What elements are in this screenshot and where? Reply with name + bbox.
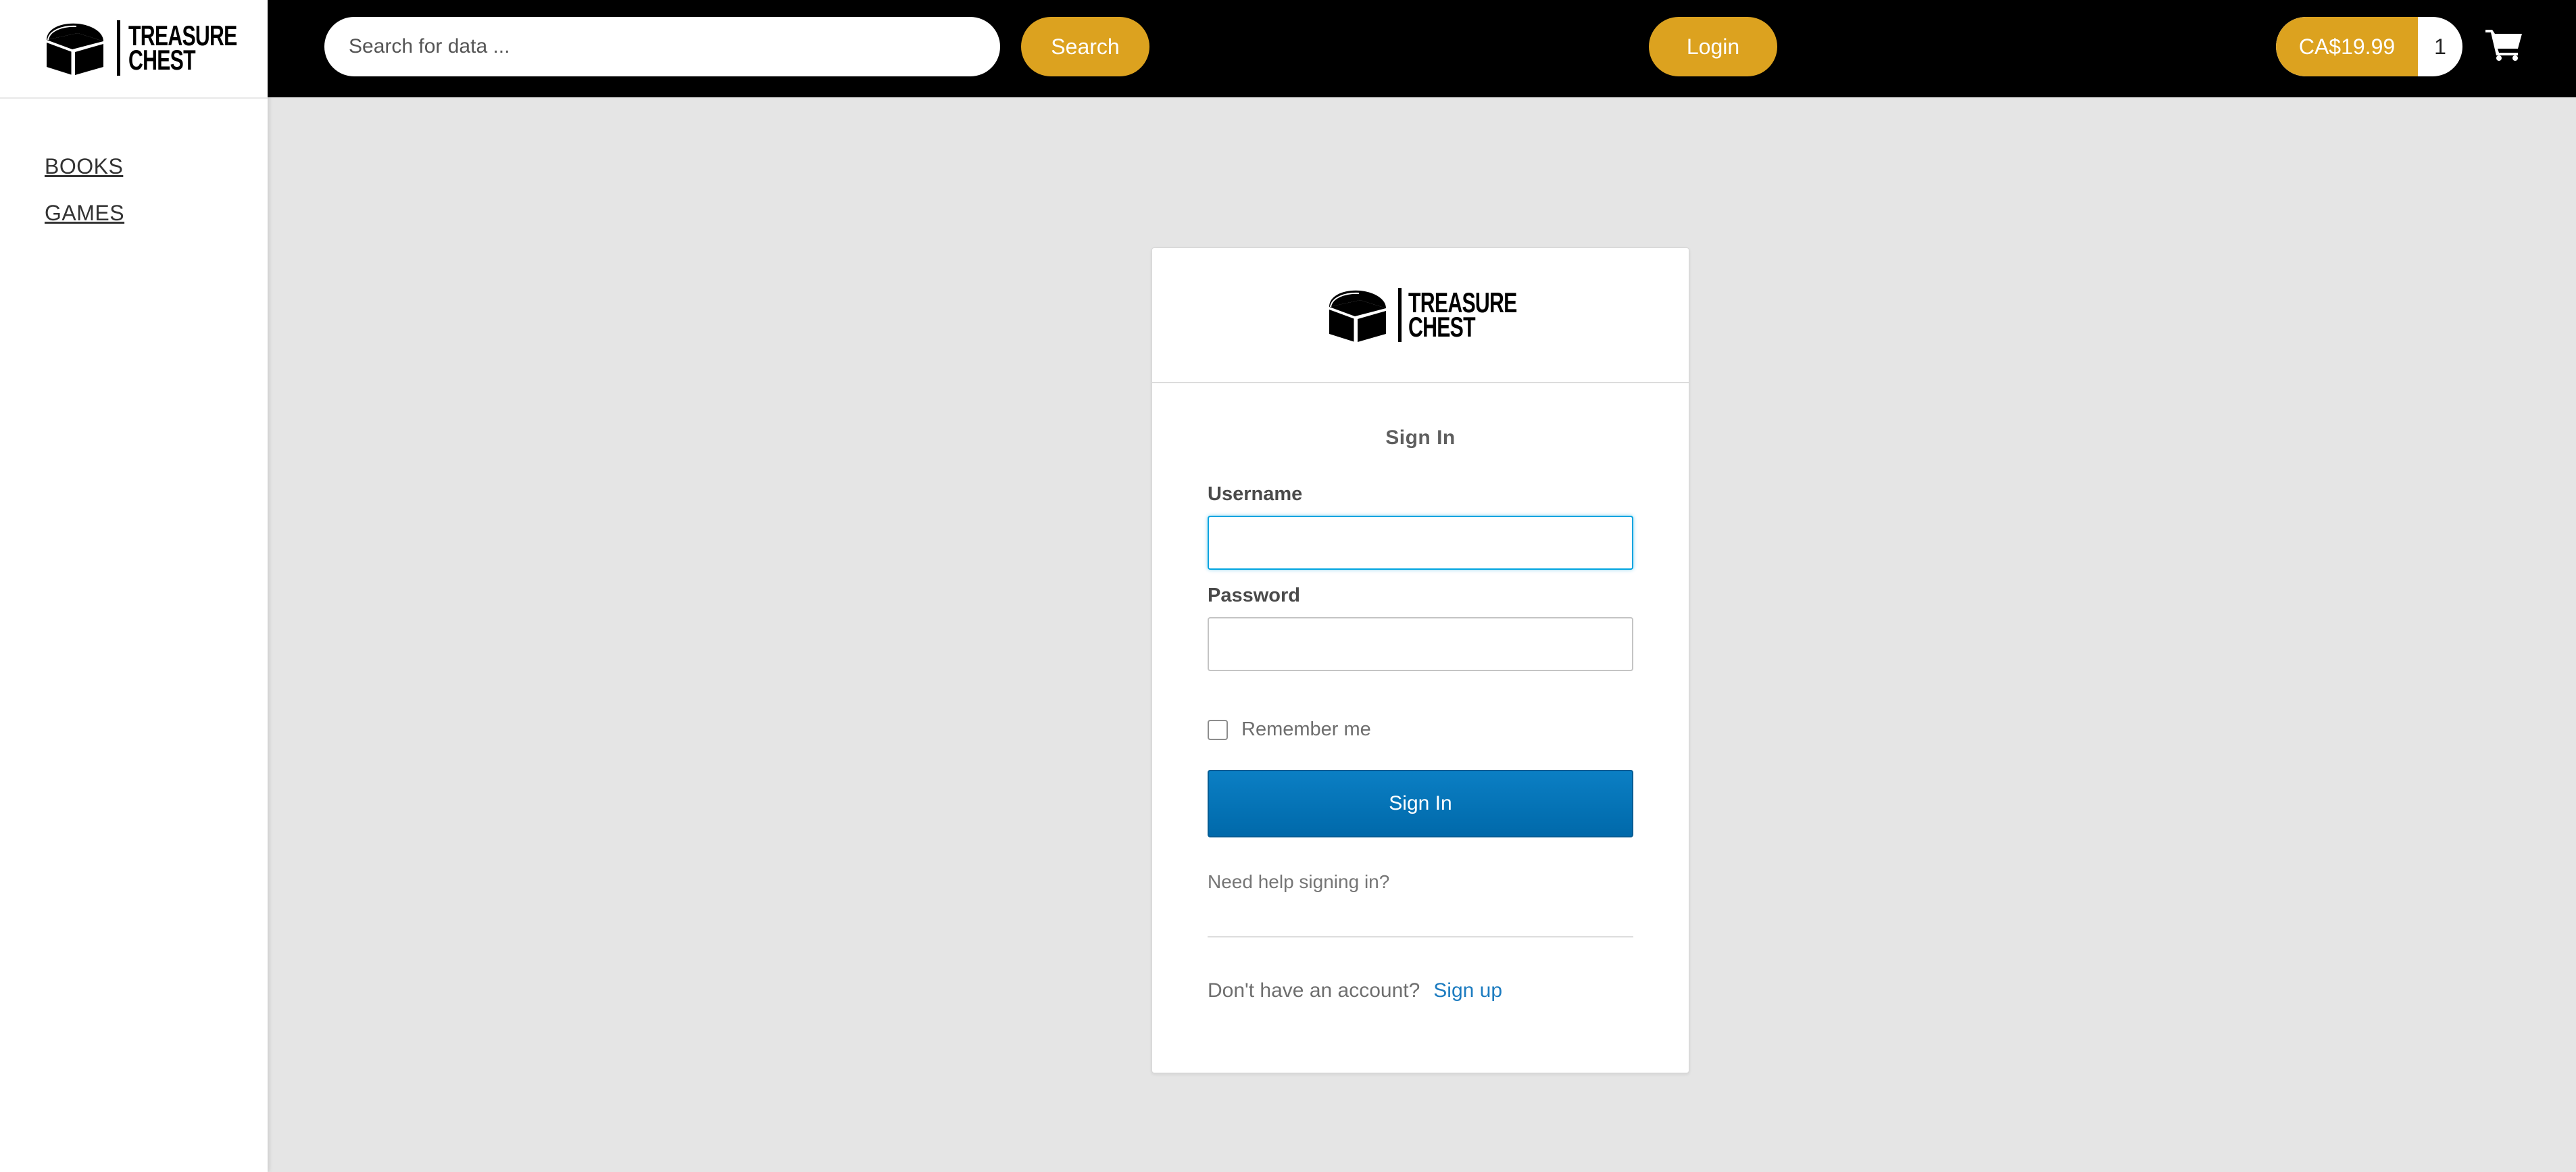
- cart-count[interactable]: 1: [2418, 17, 2462, 76]
- remember-me-checkbox[interactable]: [1208, 719, 1228, 740]
- cart-summary[interactable]: CA$19.99 1: [2276, 17, 2462, 76]
- sign-up-link[interactable]: Sign up: [1433, 979, 1502, 1002]
- sidebar-divider: [0, 97, 268, 99]
- brand-logo[interactable]: TREASURE CHEST: [43, 18, 279, 78]
- signin-title: Sign In: [1385, 426, 1456, 449]
- no-account-text: Don't have an account?: [1208, 979, 1420, 1002]
- sidebar-item-games[interactable]: GAMES: [45, 201, 124, 226]
- remember-me-label[interactable]: Remember me: [1241, 718, 1371, 741]
- remember-me-row[interactable]: Remember me: [1208, 718, 1371, 741]
- card-divider: [1208, 936, 1633, 937]
- shopping-cart-icon[interactable]: [2485, 27, 2523, 61]
- card-brand-divider-bar: [1397, 288, 1402, 342]
- search-input[interactable]: [324, 17, 1000, 76]
- help-signing-in-link[interactable]: Need help signing in?: [1208, 871, 1389, 893]
- app-root: TREASURE CHEST BOOKS GAMES Search Login …: [0, 0, 2576, 1172]
- password-label: Password: [1208, 585, 1300, 606]
- top-bar: Search Login CA$19.99 1: [268, 0, 2576, 97]
- password-field[interactable]: [1208, 617, 1633, 671]
- card-brand-wordmark: TREASURE CHEST: [1408, 289, 1517, 343]
- cart-price[interactable]: CA$19.99: [2276, 17, 2418, 76]
- sidebar: TREASURE CHEST BOOKS GAMES: [0, 0, 268, 1172]
- signup-row: Don't have an account? Sign up: [1208, 979, 1502, 1002]
- treasure-chest-icon: [1328, 290, 1386, 343]
- login-button[interactable]: Login: [1649, 17, 1777, 76]
- sign-in-button[interactable]: Sign In: [1208, 770, 1633, 837]
- card-brand-line2: CHEST: [1408, 311, 1476, 343]
- card-brand-logo: TREASURE CHEST: [1325, 287, 1517, 343]
- brand-line2: CHEST: [128, 44, 196, 76]
- treasure-chest-icon: [46, 23, 104, 76]
- username-field[interactable]: [1208, 516, 1633, 570]
- sidebar-nav: BOOKS GAMES: [45, 154, 124, 247]
- username-label: Username: [1208, 483, 1303, 505]
- brand-divider-bar: [117, 20, 120, 76]
- card-logo-header: TREASURE CHEST: [1152, 248, 1689, 383]
- brand-wordmark: TREASURE CHEST: [128, 22, 237, 76]
- search-button[interactable]: Search: [1021, 17, 1149, 76]
- signin-card: TREASURE CHEST Sign In Username Password…: [1151, 247, 1689, 1073]
- sidebar-item-books[interactable]: BOOKS: [45, 154, 124, 179]
